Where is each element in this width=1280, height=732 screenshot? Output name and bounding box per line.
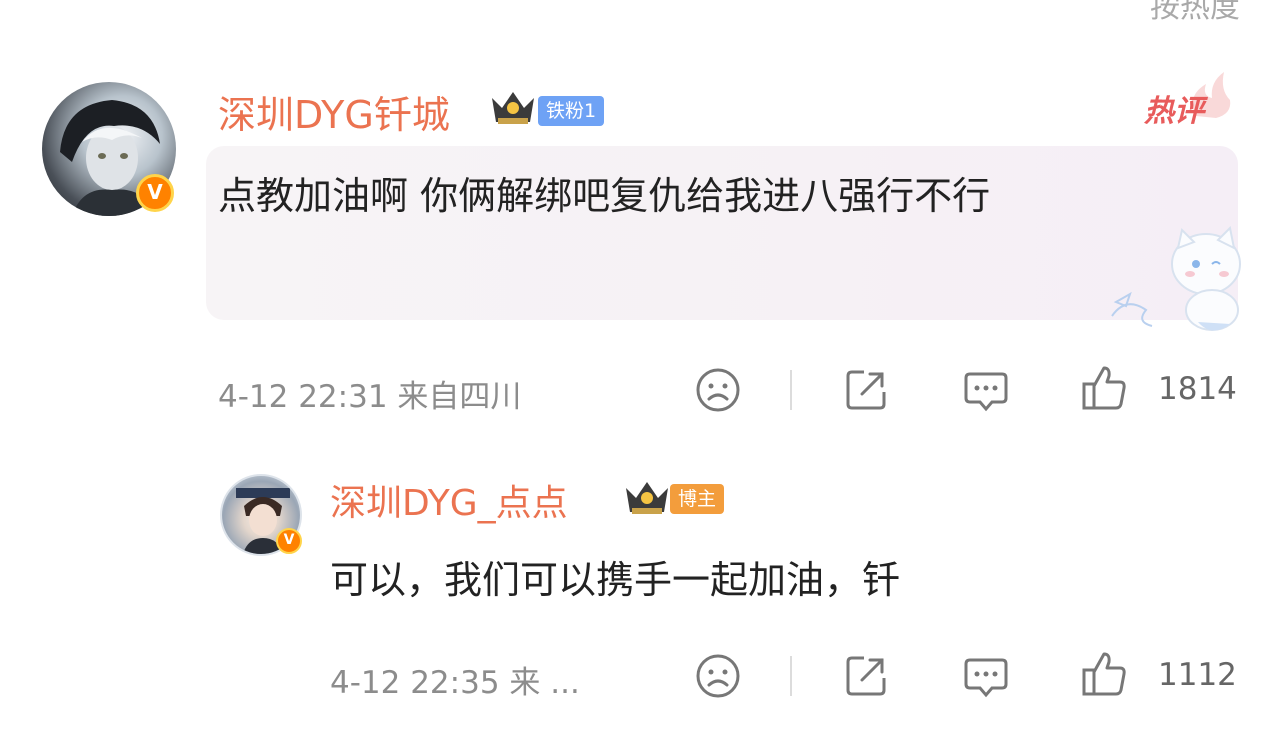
reply-comment-icon[interactable] bbox=[962, 366, 1010, 414]
dislike-icon[interactable] bbox=[694, 366, 742, 414]
fan-crown-icon bbox=[492, 92, 534, 124]
sort-label: 按热度 bbox=[1150, 0, 1240, 25]
like-count: 1814 bbox=[1158, 371, 1237, 407]
comment-text: 点教加油啊 你俩解绑吧复仇给我进八强行不行 bbox=[218, 174, 991, 218]
share-icon[interactable] bbox=[842, 366, 890, 414]
fan-level-badge: 铁粉1 bbox=[538, 96, 605, 126]
comment-location: 来自四川 bbox=[397, 379, 522, 415]
reply-author-avatar[interactable]: V bbox=[220, 474, 302, 556]
reply-author-username[interactable]: 深圳DYG_点点 bbox=[330, 474, 568, 526]
share-icon[interactable] bbox=[842, 652, 890, 700]
sort-by-hot[interactable]: 按热度 bbox=[1150, 0, 1240, 26]
verified-badge: V bbox=[276, 528, 302, 554]
author-badge: 博主 bbox=[670, 484, 725, 514]
comment-timestamp: 4-12 22:31 bbox=[218, 379, 388, 415]
verified-badge: V bbox=[136, 174, 174, 212]
commenter-username[interactable]: 深圳DYG钎城 bbox=[218, 84, 450, 139]
cat-sticker-icon bbox=[1111, 226, 1241, 331]
comment-thread: 按热度 V 深圳DYG钎城 铁粉1 热评 点教加油啊 你俩解绑吧复仇给我进八强行… bbox=[0, 0, 1280, 732]
commenter-avatar[interactable]: V bbox=[42, 82, 176, 216]
reply-timestamp: 4-12 22:35 bbox=[330, 665, 500, 701]
comment-meta: 4-12 22:31 来自四川 bbox=[218, 371, 521, 416]
author-crown-icon bbox=[626, 482, 668, 514]
action-separator bbox=[790, 370, 792, 410]
hot-comment-label: 热评 bbox=[1144, 94, 1204, 129]
reply-location: 来 ... bbox=[509, 665, 580, 701]
action-separator bbox=[790, 656, 792, 696]
dislike-icon[interactable] bbox=[694, 652, 742, 700]
reply-meta: 4-12 22:35 来 ... bbox=[330, 657, 580, 702]
reply-comment-icon[interactable] bbox=[962, 652, 1010, 700]
reply-text: 可以，我们可以携手一起加油，钎 bbox=[330, 558, 901, 602]
like-thumbs-up-icon[interactable] bbox=[1080, 364, 1128, 412]
like-thumbs-up-icon[interactable] bbox=[1080, 650, 1128, 698]
like-count: 1112 bbox=[1158, 657, 1237, 693]
